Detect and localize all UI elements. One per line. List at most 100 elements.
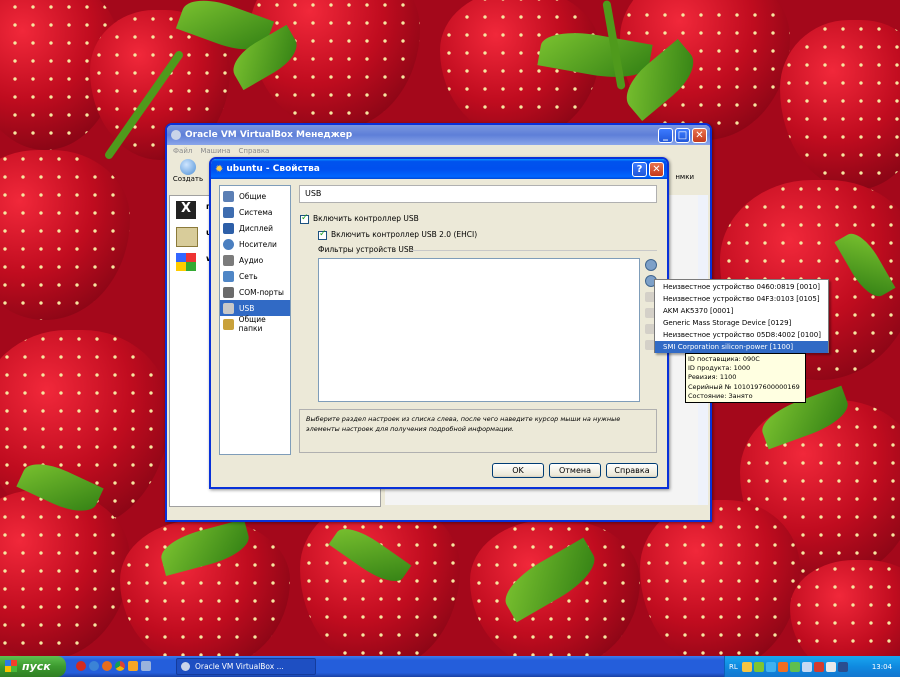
tooltip-serial: Серийный № 1010197600000169: [688, 382, 800, 391]
usb-device-item[interactable]: AKM AK5370 [0001]: [655, 305, 828, 317]
filters-separator: [411, 250, 657, 251]
system-tray: RL 13:04: [724, 656, 900, 677]
taskbar-task-virtualbox[interactable]: Oracle VM VirtualBox ...: [176, 658, 316, 675]
menu-machine[interactable]: Машина: [200, 145, 230, 157]
usb-device-item[interactable]: Неизвестное устройство 0460:0819 [0010]: [655, 281, 828, 293]
language-indicator[interactable]: RL: [729, 663, 738, 671]
add-filter-icon[interactable]: [645, 259, 657, 271]
sidebar-item-audio[interactable]: Аудио: [220, 252, 290, 268]
tray-icon[interactable]: [789, 661, 800, 672]
chrome-icon[interactable]: [115, 661, 125, 671]
sidebar-item-storage[interactable]: Носители: [220, 236, 290, 252]
tooltip-product-id: ID продукта: 1000: [688, 364, 751, 373]
settings-dialog: ✹ ubuntu - Свойства ? ✕ Общие Система Ди…: [209, 157, 669, 489]
tray-icon[interactable]: [837, 661, 848, 672]
help-title-button[interactable]: ?: [632, 161, 647, 177]
main-window-title: Oracle VM VirtualBox Менеджер: [185, 130, 353, 140]
enable-usb2-row[interactable]: Включить контроллер USB 2.0 (EHCI): [318, 229, 478, 240]
hint-box: Выберите раздел настроек из списка слева…: [299, 409, 657, 453]
create-icon: [180, 159, 196, 175]
menu-help[interactable]: Справка: [239, 145, 270, 157]
desktop-icon[interactable]: [141, 661, 151, 671]
display-icon: [223, 222, 234, 234]
sidebar-item-label: Общие: [239, 191, 267, 201]
quick-launch: [76, 661, 151, 671]
vm-os-icon: X: [176, 201, 196, 219]
browser-icon[interactable]: [89, 661, 99, 671]
tray-icon[interactable]: [765, 661, 776, 672]
sidebar-item-label: Аудио: [239, 255, 264, 265]
usb-device-item-selected[interactable]: SMI Corporation silicon-power [1100]: [655, 341, 828, 353]
create-label: Создать: [172, 175, 204, 183]
enable-usb-row[interactable]: Включить контроллер USB: [300, 213, 419, 224]
tooltip-vendor-id: ID поставщика: 090C: [688, 355, 760, 363]
sidebar-item-label: Дисплей: [239, 223, 274, 233]
sidebar-item-network[interactable]: Сеть: [220, 268, 290, 284]
minimize-button[interactable]: _: [658, 127, 673, 143]
system-icon: [223, 206, 234, 218]
sidebar-item-label: Сеть: [239, 271, 258, 281]
tooltip-state: Состояние: Занято: [688, 391, 753, 400]
com-ports-icon: [223, 286, 234, 298]
section-header: USB: [299, 185, 657, 203]
menu-file[interactable]: Файл: [173, 145, 192, 157]
sidebar-item-label: COM-порты: [239, 287, 284, 297]
ok-button[interactable]: OK: [492, 463, 544, 478]
dialog-titlebar[interactable]: ✹ ubuntu - Свойства ? ✕: [211, 159, 667, 179]
media-icon[interactable]: [128, 661, 138, 671]
usb-device-item[interactable]: Неизвестное устройство 05D8:4002 [0100]: [655, 329, 828, 341]
cancel-button[interactable]: Отмена: [549, 463, 601, 478]
sidebar-item-general[interactable]: Общие: [220, 188, 290, 204]
storage-icon: [223, 238, 234, 250]
sidebar-item-label: USB: [239, 303, 255, 313]
tray-icon[interactable]: [777, 661, 788, 672]
network-icon: [223, 270, 234, 282]
tray-icon[interactable]: [813, 661, 824, 672]
main-menubar: Файл Машина Справка: [167, 145, 710, 157]
usb-device-item[interactable]: Неизвестное устройство 04F3:0103 [0105]: [655, 293, 828, 305]
enable-usb2-label: Включить контроллер USB 2.0 (EHCI): [331, 230, 478, 239]
enable-usb2-checkbox[interactable]: [318, 229, 327, 240]
sidebar-item-display[interactable]: Дисплей: [220, 220, 290, 236]
gear-icon: ✹: [215, 163, 224, 175]
tray-icon[interactable]: [741, 661, 752, 672]
usb-filters-list[interactable]: [318, 258, 640, 402]
enable-usb-checkbox[interactable]: [300, 213, 309, 224]
device-tooltip: ID поставщика: 090C ID продукта: 1000 Ре…: [685, 353, 806, 403]
tray-icon[interactable]: [753, 661, 764, 672]
sidebar-item-label: Система: [239, 207, 273, 217]
sidebar-item-system[interactable]: Система: [220, 204, 290, 220]
sidebar-item-label: Носители: [239, 239, 277, 249]
dialog-close-button[interactable]: ✕: [649, 161, 664, 177]
help-button[interactable]: Справка: [606, 463, 658, 478]
sidebar-item-shared-folders[interactable]: Общие папки: [220, 315, 290, 333]
opera-icon[interactable]: [76, 661, 86, 671]
enable-usb-label: Включить контроллер USB: [313, 214, 419, 223]
start-button[interactable]: пуск: [0, 656, 66, 677]
shared-folders-icon: [223, 318, 234, 330]
dialog-title: ubuntu - Свойства: [226, 164, 320, 174]
usb-device-menu: Неизвестное устройство 0460:0819 [0010] …: [654, 279, 829, 353]
tooltip-revision: Ревизия: 1100: [688, 373, 737, 382]
tray-icon[interactable]: [801, 661, 812, 672]
main-titlebar[interactable]: Oracle VM VirtualBox Менеджер _ □ ✕: [167, 125, 710, 145]
sidebar-item-usb[interactable]: USB: [220, 300, 290, 316]
usb-device-item[interactable]: Generic Mass Storage Device [0129]: [655, 317, 828, 329]
usb-filters-label: Фильтры устройств USB: [318, 245, 414, 254]
maximize-button[interactable]: □: [675, 127, 690, 143]
toolbar-partial-label: нмки: [675, 173, 694, 181]
sidebar-item-com-ports[interactable]: COM-порты: [220, 284, 290, 300]
audio-icon: [223, 254, 234, 266]
firefox-icon[interactable]: [102, 661, 112, 671]
task-label: Oracle VM VirtualBox ...: [195, 662, 284, 671]
usb-icon: [223, 302, 234, 314]
clock[interactable]: 13:04: [872, 663, 892, 671]
hint-text: Выберите раздел настроек из списка слева…: [306, 415, 621, 433]
windows-logo-icon: [5, 660, 17, 672]
tray-icon[interactable]: [825, 661, 836, 672]
create-button[interactable]: Создать: [171, 159, 205, 183]
start-label: пуск: [22, 660, 51, 673]
taskbar: пуск Oracle VM VirtualBox ... RL 13:04: [0, 656, 900, 677]
settings-sidebar: Общие Система Дисплей Носители Аудио Сет…: [219, 185, 291, 455]
close-button[interactable]: ✕: [692, 127, 707, 143]
